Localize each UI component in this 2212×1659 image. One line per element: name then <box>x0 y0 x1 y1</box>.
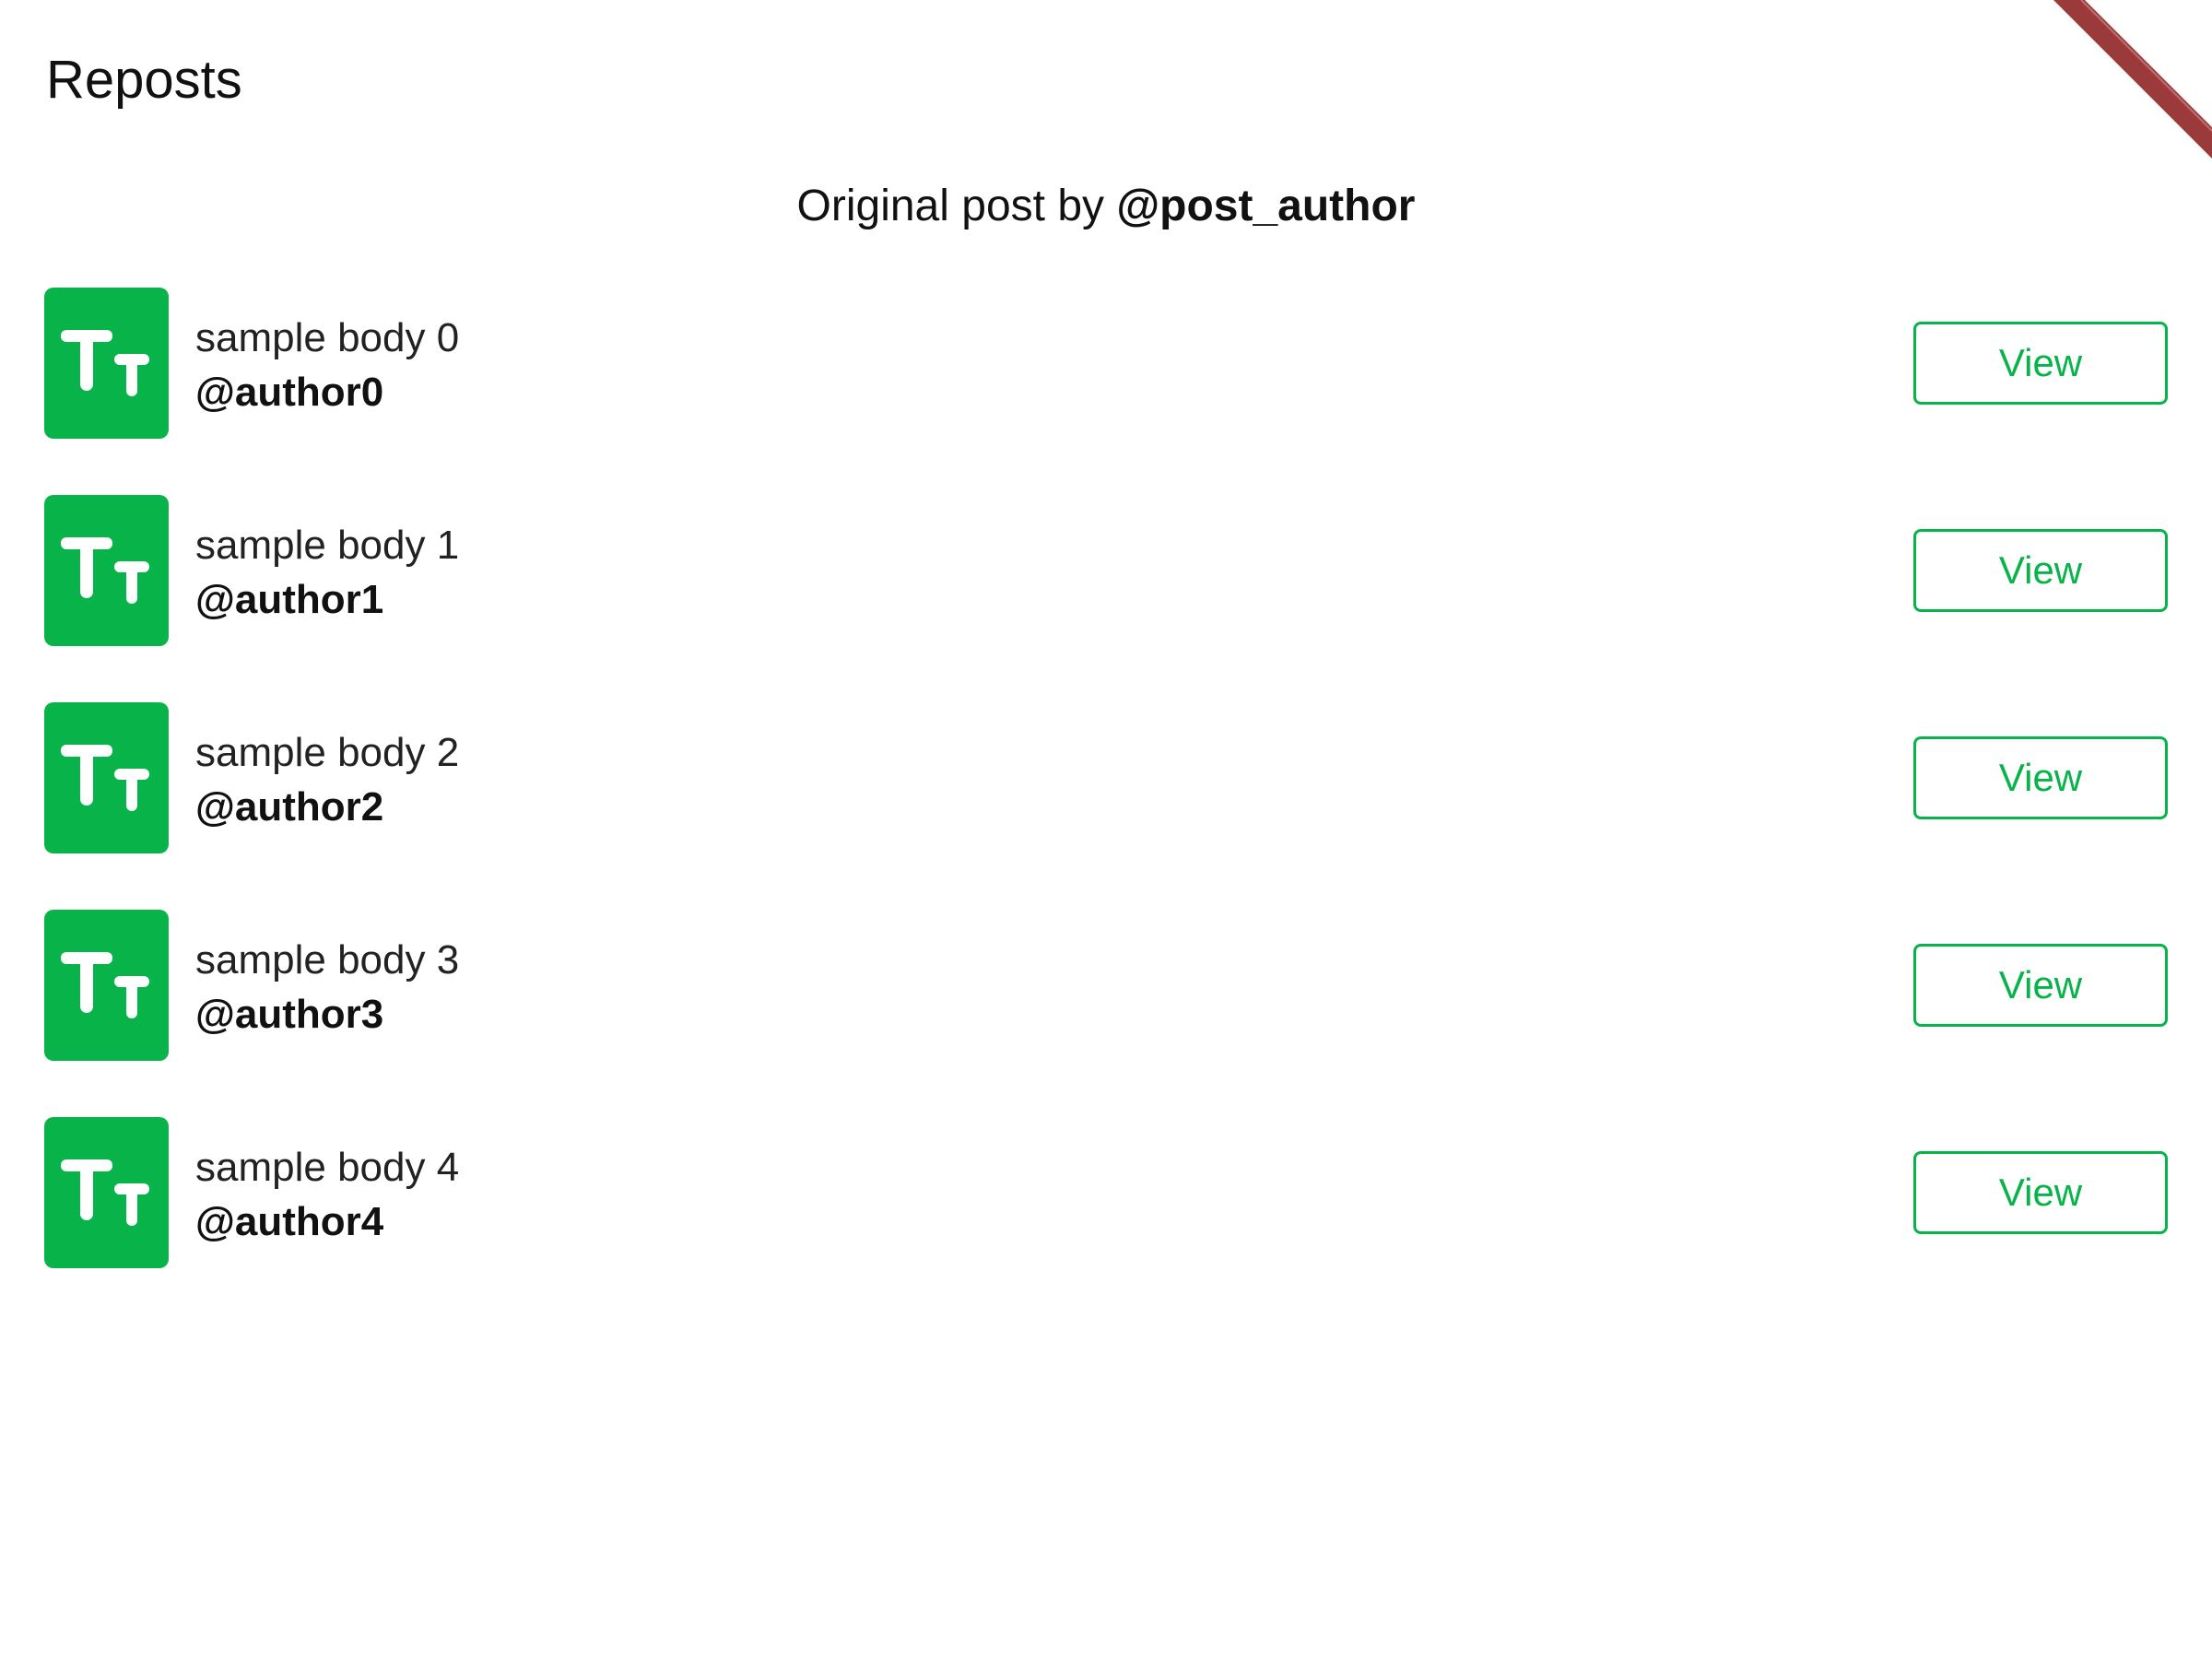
view-button[interactable]: View <box>1913 529 2168 612</box>
list-item: sample body 2 @author2 View <box>44 702 2168 853</box>
reposts-page: Reposts Original post by @post_author sa… <box>0 0 2212 1659</box>
repost-author[interactable]: @author4 <box>195 1194 459 1250</box>
repost-text: sample body 3 @author3 <box>195 934 459 1042</box>
text-size-icon <box>61 537 149 604</box>
repost-author[interactable]: @author3 <box>195 987 459 1042</box>
repost-list: sample body 0 @author0 View sample body … <box>44 288 2168 1324</box>
avatar <box>44 910 169 1061</box>
view-button[interactable]: View <box>1913 322 2168 405</box>
text-size-icon <box>61 330 149 396</box>
view-button[interactable]: View <box>1913 1151 2168 1234</box>
avatar <box>44 495 169 646</box>
text-size-icon <box>61 745 149 811</box>
avatar <box>44 288 169 439</box>
text-size-icon <box>61 1159 149 1226</box>
avatar <box>44 1117 169 1268</box>
repost-text: sample body 0 @author0 <box>195 312 459 420</box>
repost-body: sample body 4 <box>195 1145 460 1190</box>
page-title: Reposts <box>46 50 242 110</box>
text-size-icon <box>61 952 149 1018</box>
repost-body: sample body 3 <box>195 937 460 982</box>
list-item: sample body 4 @author4 View <box>44 1117 2168 1268</box>
original-post-prefix: Original post by <box>796 182 1117 230</box>
repost-body: sample body 0 <box>195 315 460 360</box>
list-item: sample body 3 @author3 View <box>44 910 2168 1061</box>
original-post-caption: Original post by @post_author <box>0 177 2212 236</box>
repost-text: sample body 2 @author2 <box>195 726 459 835</box>
list-item: sample body 0 @author0 View <box>44 288 2168 439</box>
repost-text: sample body 1 @author1 <box>195 519 459 628</box>
view-button[interactable]: View <box>1913 736 2168 819</box>
list-item: sample body 1 @author1 View <box>44 495 2168 646</box>
original-post-author[interactable]: @post_author <box>1116 182 1415 230</box>
repost-body: sample body 2 <box>195 730 460 775</box>
repost-author[interactable]: @author2 <box>195 780 459 835</box>
avatar <box>44 702 169 853</box>
view-button[interactable]: View <box>1913 944 2168 1027</box>
repost-author[interactable]: @author0 <box>195 365 459 420</box>
repost-author[interactable]: @author1 <box>195 572 459 628</box>
repost-body: sample body 1 <box>195 523 460 568</box>
repost-text: sample body 4 @author4 <box>195 1141 459 1250</box>
